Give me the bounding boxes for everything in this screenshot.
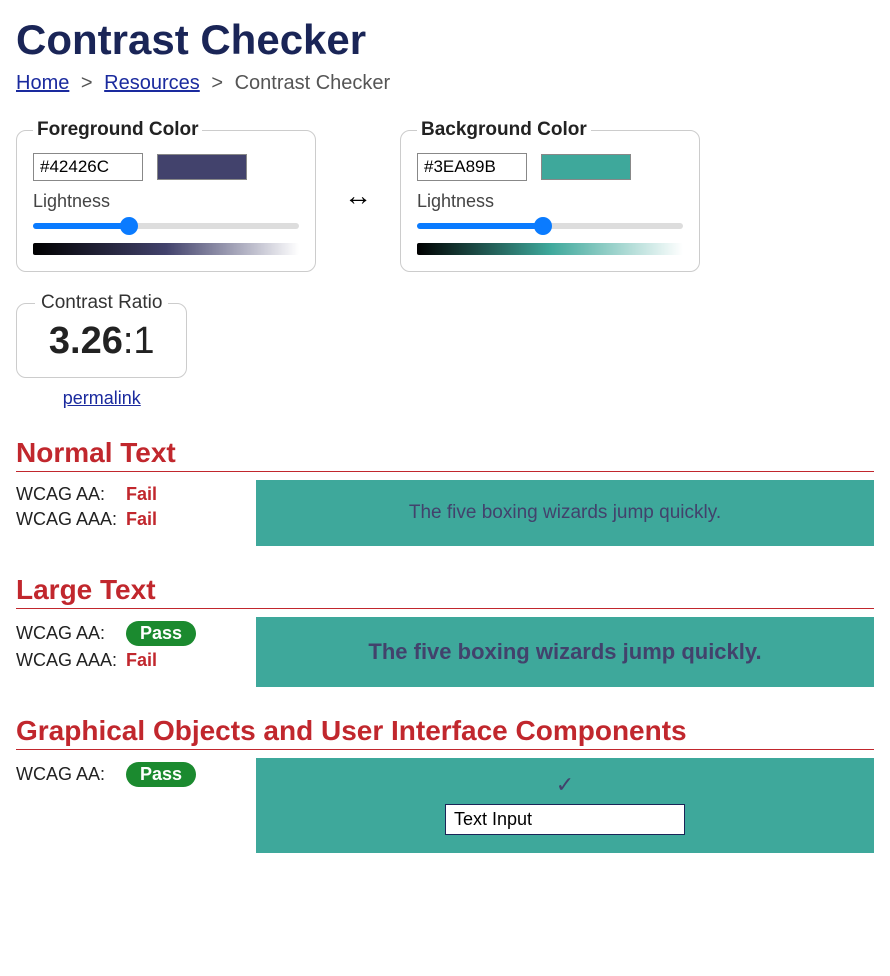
normal-text-sample: The five boxing wizards jump quickly. [256, 480, 874, 546]
breadcrumb-resources-link[interactable]: Resources [104, 72, 200, 94]
large-aaa-result: Fail [126, 650, 157, 671]
foreground-legend: Foreground Color [33, 119, 202, 141]
normal-aaa-result: Fail [126, 509, 157, 530]
background-fieldset: Background Color Lightness [400, 119, 700, 272]
background-swatch[interactable] [541, 154, 631, 180]
check-icon: ✓ [556, 772, 574, 798]
background-lightness-label: Lightness [417, 191, 683, 212]
contrast-ratio-value: 3.26:1 [35, 320, 168, 363]
contrast-ratio-box: Contrast Ratio 3.26:1 [16, 292, 187, 378]
swap-icon: ↔ [344, 180, 372, 211]
normal-aaa-label: WCAG AAA: [16, 509, 126, 530]
gui-text-input-sample[interactable] [445, 804, 685, 835]
background-lightness-slider[interactable] [417, 216, 683, 236]
normal-aa-result: Fail [126, 484, 157, 505]
large-aa-label: WCAG AA: [16, 623, 126, 644]
normal-aa-label: WCAG AA: [16, 484, 126, 505]
page-title: Contrast Checker [16, 16, 874, 64]
swap-colors-button[interactable]: ↔ [340, 176, 376, 216]
breadcrumb-separator: > [211, 72, 223, 94]
background-legend: Background Color [417, 119, 591, 141]
background-hex-input[interactable] [417, 153, 527, 181]
breadcrumb: Home > Resources > Contrast Checker [16, 72, 874, 95]
foreground-lightness-slider[interactable] [33, 216, 299, 236]
large-text-sample: The five boxing wizards jump quickly. [256, 617, 874, 687]
background-gradient-bar [417, 243, 683, 255]
gui-aa-label: WCAG AA: [16, 764, 126, 785]
breadcrumb-current: Contrast Checker [235, 72, 391, 94]
large-text-heading: Large Text [16, 574, 874, 609]
gui-aa-result: Pass [126, 762, 196, 787]
breadcrumb-home-link[interactable]: Home [16, 72, 69, 94]
foreground-hex-input[interactable] [33, 153, 143, 181]
gui-sample: ✓ [256, 758, 874, 853]
foreground-lightness-label: Lightness [33, 191, 299, 212]
gui-heading: Graphical Objects and User Interface Com… [16, 715, 874, 750]
large-aaa-label: WCAG AAA: [16, 650, 126, 671]
foreground-fieldset: Foreground Color Lightness [16, 119, 316, 272]
normal-text-heading: Normal Text [16, 437, 874, 472]
large-aa-result: Pass [126, 621, 196, 646]
breadcrumb-separator: > [81, 72, 93, 94]
foreground-gradient-bar [33, 243, 299, 255]
permalink-link[interactable]: permalink [16, 388, 187, 409]
foreground-swatch[interactable] [157, 154, 247, 180]
contrast-ratio-legend: Contrast Ratio [35, 292, 168, 314]
